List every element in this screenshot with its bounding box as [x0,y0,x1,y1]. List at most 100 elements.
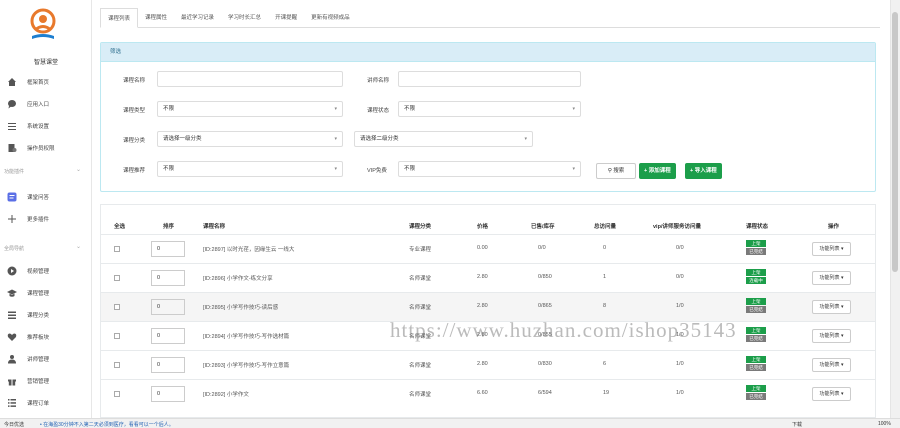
sidebar-item-video[interactable]: 视频管理 [0,262,92,280]
actions-dropdown-button[interactable]: 功能列表 ▾ [812,387,851,401]
sidebar-item-label: 讲师管理 [27,357,50,363]
status-badge-top[interactable]: 上架 [746,356,766,363]
category-cell: 名师课堂 [409,276,432,282]
status-badge-bottom[interactable]: 已完结 [746,364,766,371]
sidebar-item-label: 课程管理 [27,291,50,297]
status-badge-top[interactable]: 上架 [746,269,766,276]
main-content: 课程列表 课程属性 最近学习记录 学习时长汇总 开课提醒 更新有视频成品 筛选 … [92,0,890,418]
status-badge-bottom[interactable]: 已完结 [746,393,766,400]
teacher-name-input[interactable] [398,71,581,87]
course-name-cell[interactable]: [ID:2897] 以时光荏，因缘生云 一线大 [203,245,294,253]
course-name-label: 课程名称 [123,78,146,84]
status-badge-bottom[interactable]: 已完结 [746,335,766,342]
tab-course-attributes[interactable]: 课程属性 [138,8,174,28]
sidebar-item-teachers[interactable]: 讲师管理 [0,350,92,368]
course-name-cell[interactable]: [ID:2896] 小学作文-练文分享 [203,274,273,282]
tab-study-duration[interactable]: 学习时长汇总 [221,8,268,28]
order-list-icon [8,399,16,407]
category-cell: 名师课堂 [409,305,432,311]
tab-recent-study[interactable]: 最近学习记录 [174,8,221,28]
course-name-cell[interactable]: [ID:2892] 小学作文 [203,390,249,398]
row-checkbox[interactable] [114,275,120,281]
status-zoom[interactable]: 100% [878,421,891,427]
sidebar-item-courses[interactable]: 课程管理 [0,284,92,302]
recommend-select[interactable]: 不限 ▾ [157,161,343,177]
caret-down-icon: ▾ [840,391,844,397]
sidebar-item-label: 框架首页 [27,80,50,86]
actions-dropdown-button[interactable]: 功能列表 ▾ [812,242,851,256]
sort-input[interactable]: 0 [151,357,185,373]
scrollbar-thumb[interactable] [892,12,898,272]
search-button[interactable]: ⚲ 搜索 [596,163,636,179]
status-badge-bottom[interactable]: 已完结 [746,248,766,255]
status-download[interactable]: 下载 [792,421,802,428]
sidebar-item-marketing[interactable]: 营销管理 [0,372,92,390]
vip-free-select[interactable]: 不限 ▾ [398,161,581,177]
actions-dropdown-button[interactable]: 功能列表 ▾ [812,271,851,285]
price-cell: 6.60 [477,390,488,396]
logo-icon [30,8,56,39]
stock-cell: 0/850 [538,274,552,280]
sort-input[interactable]: 0 [151,270,185,286]
course-status-select[interactable]: 不限 ▾ [398,101,581,117]
actions-label: 功能列表 [819,304,840,310]
row-checkbox[interactable] [114,304,120,310]
sidebar-item-label: 系统设置 [27,124,50,130]
category-select[interactable]: 请选择一级分类 ▾ [157,131,343,147]
play-circle-icon [7,266,17,276]
row-checkbox[interactable] [114,391,120,397]
vip-free-value: 不限 [404,166,416,172]
sidebar-item-orders[interactable]: 课程订单 [0,394,92,412]
sidebar-item-settings[interactable]: 系统设置 [0,117,92,135]
category-cell: 专业课程 [409,247,432,253]
add-course-button[interactable]: + 添加课程 [639,163,676,179]
sidebar-item-app-entry[interactable]: 应用入口 [0,95,92,113]
filter-panel: 筛选 课程名称 讲师名称 课程类型 不限 ▾ 课程状态 不限 ▾ 课程分类 请选… [100,42,876,192]
status-left-text[interactable]: 今日优选 [4,421,24,428]
sidebar-item-recommend[interactable]: 推荐板块 [0,328,92,346]
row-checkbox[interactable] [114,246,120,252]
sort-input[interactable]: 0 [151,328,185,344]
subcategory-select[interactable]: 请选择二级分类 ▾ [354,131,533,147]
actions-dropdown-button[interactable]: 功能列表 ▾ [812,358,851,372]
status-badge-bottom[interactable]: 连载中 [746,277,766,284]
status-badge-bottom[interactable]: 已完结 [746,306,766,313]
teacher-icon [8,355,16,364]
course-name-cell[interactable]: [ID:2895] 小学写作技巧-读后感 [203,303,278,311]
sidebar-item-category[interactable]: 课程分类 [0,306,92,324]
status-badge-top[interactable]: 上架 [746,240,766,247]
sort-input[interactable]: 0 [151,386,185,402]
status-badge-top[interactable]: 上架 [746,298,766,305]
status-badge-top[interactable]: 上架 [746,385,766,392]
actions-dropdown-button[interactable]: 功能列表 ▾ [812,329,851,343]
tab-class-reminder[interactable]: 开课提醒 [268,8,304,28]
row-checkbox[interactable] [114,362,120,368]
row-checkbox[interactable] [114,333,120,339]
vip-visits-cell: 0/0 [676,274,684,280]
sort-input[interactable]: 0 [151,299,185,315]
actions-label: 功能列表 [819,391,840,397]
caret-down-icon: ▾ [840,362,844,368]
chevron-down-icon[interactable]: ⌄ [76,166,81,173]
price-cell: 0.00 [477,245,488,251]
sidebar-item-qa[interactable]: 课堂问答 [0,188,92,206]
course-type-select[interactable]: 不限 ▾ [157,101,343,117]
sidebar-section-plugins: 功能插件 [4,169,25,175]
tab-course-list[interactable]: 课程列表 [100,8,139,28]
sidebar-item-home[interactable]: 框架首页 [0,73,92,91]
course-name-input[interactable] [157,71,343,87]
actions-dropdown-button[interactable]: 功能列表 ▾ [812,300,851,314]
tab-video-update[interactable]: 更新有视频成品 [304,8,357,28]
sidebar-item-more-plugins[interactable]: 更多插件 [0,210,92,228]
sort-input[interactable]: 0 [151,241,185,257]
home-icon [8,78,16,86]
status-news-text[interactable]: • 在海盈30分钟不入第二天必须到医疗，看看可以一个后人。 [40,421,174,428]
course-name-cell[interactable]: [ID:2894] 小学写作技巧-写作选材篇 [203,332,289,340]
sidebar-item-operator[interactable]: 操作员权限 [0,139,92,157]
import-course-button[interactable]: + 导入课程 [685,163,722,179]
chevron-down-icon[interactable]: ⌄ [76,243,81,250]
course-name-cell[interactable]: [ID:2893] 小学写作技巧-写作立意篇 [203,361,289,369]
status-badge-top[interactable]: 上架 [746,327,766,334]
visits-cell: 6 [603,361,607,367]
header-select-all[interactable]: 全选 [114,222,125,230]
